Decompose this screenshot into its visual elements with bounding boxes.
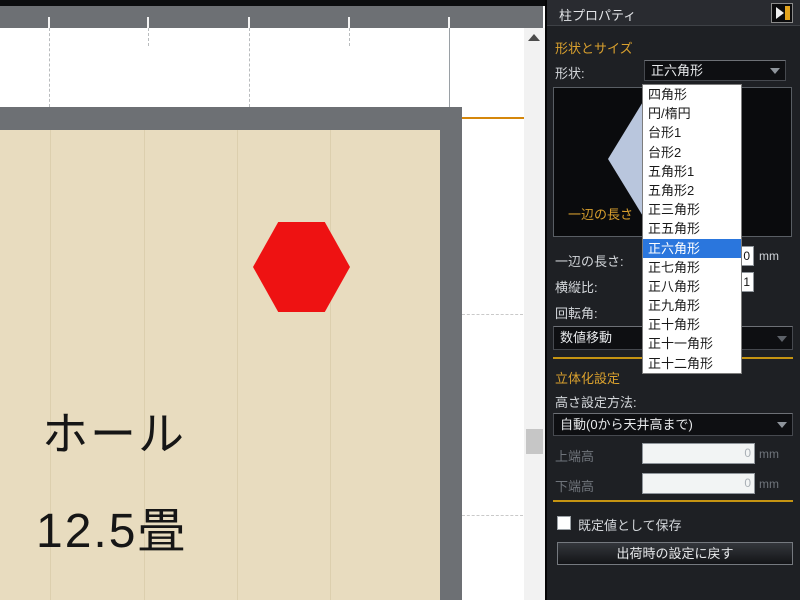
grid-guide-dashed	[462, 314, 523, 315]
dropdown-option[interactable]: 四角形	[643, 85, 741, 104]
side-length-unit: mm	[759, 249, 779, 263]
dropdown-option[interactable]: 正十二角形	[643, 354, 741, 373]
grid-guide-dashed	[148, 28, 149, 46]
grid-tick	[348, 17, 350, 28]
shape-combobox-value: 正六角形	[651, 63, 703, 78]
section-shape-size: 形状とサイズ	[555, 38, 633, 57]
shape-combobox[interactable]: 正六角形	[644, 60, 786, 81]
bottom-height-input: 0	[642, 473, 755, 494]
panel-titlebar: 柱プロパティ	[547, 0, 800, 26]
panel-title: 柱プロパティ	[559, 5, 636, 24]
grid-guide-solid	[449, 28, 450, 117]
grid-tick	[248, 17, 250, 28]
shape-dropdown-list: 四角形 円/楕円 台形1 台形2 五角形1 五角形2 正三角形 正五角形 正六角…	[642, 84, 742, 374]
grid-tick	[48, 17, 50, 28]
top-height-label: 上端高	[555, 446, 594, 465]
shape-field-label: 形状:	[555, 63, 585, 82]
room-wall-right	[440, 107, 462, 600]
side-length-label: 一辺の長さ:	[555, 251, 624, 270]
save-default-checkbox[interactable]	[557, 516, 571, 530]
dropdown-option[interactable]: 正七角形	[643, 258, 741, 277]
chevron-down-icon	[777, 422, 787, 428]
collapse-bar-icon	[785, 6, 790, 20]
dropdown-option[interactable]: 正五角形	[643, 219, 741, 238]
grid-guide-dashed	[349, 28, 350, 46]
dropdown-option[interactable]: 台形1	[643, 123, 741, 142]
divider	[553, 500, 793, 502]
dropdown-option-selected[interactable]: 正六角形	[643, 239, 741, 258]
room-size-label: 12.5畳	[36, 491, 187, 561]
dropdown-option[interactable]: 正八角形	[643, 277, 741, 296]
room-name-label: ホール	[42, 398, 186, 464]
column-properties-panel: 柱プロパティ 形状とサイズ 形状: 正六角形 一辺の長さ 一辺の長さ: 0 mm…	[545, 0, 800, 600]
tatami-line	[237, 130, 238, 600]
collapse-arrow-icon	[776, 7, 784, 19]
dropdown-option[interactable]: 正九角形	[643, 296, 741, 315]
tatami-line	[330, 130, 331, 600]
reference-guide-line	[462, 117, 524, 119]
reset-factory-button[interactable]: 出荷時の設定に戻す	[557, 542, 793, 565]
dropdown-option[interactable]: 正十一角形	[643, 334, 741, 353]
bottom-height-label: 下端高	[555, 476, 594, 495]
numeric-move-value: 数値移動	[560, 330, 612, 345]
upper-wall-band	[0, 6, 543, 28]
bottom-height-unit: mm	[759, 477, 779, 491]
grid-guide-dashed	[49, 28, 50, 107]
height-method-value: 自動(0から天井高まで)	[560, 417, 693, 432]
dropdown-option[interactable]: 正三角形	[643, 200, 741, 219]
grid-guide-dashed	[249, 28, 250, 107]
dropdown-option[interactable]: 正十角形	[643, 315, 741, 334]
top-height-input: 0	[642, 443, 755, 464]
top-height-unit: mm	[759, 447, 779, 461]
grid-guide-dashed	[462, 515, 523, 516]
grid-tick	[147, 17, 149, 28]
save-default-label: 既定値として保存	[578, 515, 682, 534]
side-length-annotation: 一辺の長さ	[568, 204, 633, 223]
scroll-up-icon[interactable]	[528, 34, 540, 41]
canvas-vertical-scrollbar[interactable]	[524, 28, 545, 600]
chevron-down-icon	[770, 68, 780, 74]
chevron-down-icon	[777, 336, 787, 342]
scrollbar-thumb[interactable]	[526, 429, 543, 454]
dropdown-option[interactable]: 円/楕円	[643, 104, 741, 123]
section-3d-settings: 立体化設定	[555, 368, 620, 387]
grid-tick	[448, 17, 450, 28]
app-window: ホール 12.5畳 柱プロパティ 形状とサイズ 形状: 正六角形 一辺の長さ 一…	[0, 0, 800, 600]
panel-collapse-button[interactable]	[771, 3, 793, 23]
room-wall-top	[0, 107, 462, 130]
aspect-ratio-label: 横縦比:	[555, 277, 598, 296]
dropdown-option[interactable]: 五角形1	[643, 162, 741, 181]
floorplan-canvas[interactable]: ホール 12.5畳	[0, 0, 545, 600]
height-method-label: 高さ設定方法:	[555, 392, 637, 411]
dropdown-option[interactable]: 台形2	[643, 143, 741, 162]
rotation-label: 回転角:	[555, 303, 598, 322]
height-method-combobox[interactable]: 自動(0から天井高まで)	[553, 413, 793, 436]
dropdown-option[interactable]: 五角形2	[643, 181, 741, 200]
